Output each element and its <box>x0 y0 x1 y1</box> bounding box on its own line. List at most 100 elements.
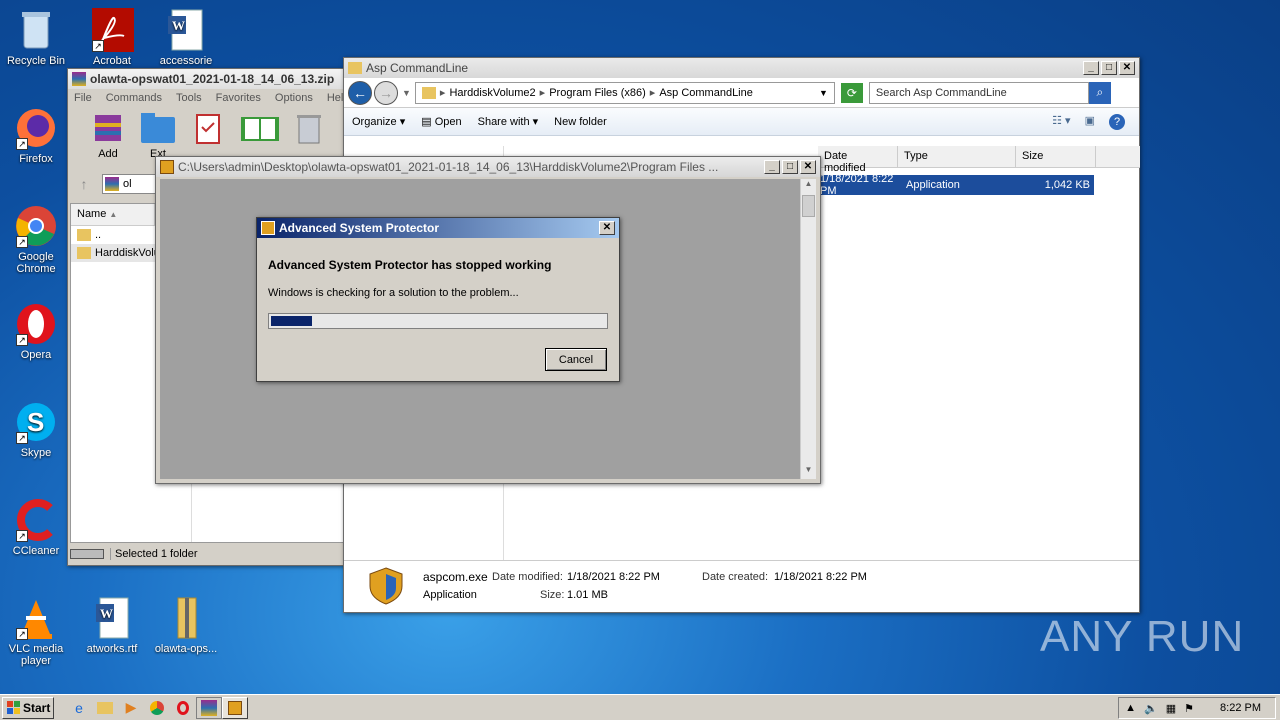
ie-icon[interactable]: e <box>66 697 92 719</box>
vlc-icon: ↗ <box>14 596 58 640</box>
word-document-icon: W <box>164 8 208 52</box>
address-bar[interactable]: ▸ HarddiskVolume2 ▸ Program Files (x86) … <box>414 81 835 104</box>
close-button[interactable]: ✕ <box>1119 61 1135 75</box>
taskbar: Start e ▶ ▲ 🔈 ▦ ⚑ 8:22 PM <box>0 694 1280 720</box>
folder-icon <box>77 247 91 259</box>
close-button[interactable]: ✕ <box>599 221 615 235</box>
up-arrow-icon[interactable]: ↑ <box>72 176 96 192</box>
desktop-icon-label: olawta-ops... <box>154 643 218 655</box>
winrar-titlebar[interactable]: olawta-opswat01_2021-01-18_14_06_13.zip <box>68 69 356 89</box>
col-size[interactable]: Size <box>1016 146 1096 167</box>
open-button[interactable]: ▤ Open <box>421 115 461 128</box>
desktop-icon-label: CCleaner <box>12 545 60 557</box>
desktop-icon-recycle-bin[interactable]: Recycle Bin <box>0 8 72 67</box>
back-button[interactable]: ← <box>348 80 372 105</box>
preview-pane-icon[interactable]: ▣ <box>1085 114 1095 130</box>
maximize-button[interactable]: □ <box>1101 61 1117 75</box>
desktop-icon-ccleaner[interactable]: ↗ CCleaner <box>0 498 72 557</box>
status-text: Selected 1 folder <box>110 548 198 560</box>
chevron-down-icon[interactable]: ▼ <box>819 88 828 98</box>
maximize-button[interactable]: □ <box>782 160 798 174</box>
help-icon[interactable]: ? <box>1109 113 1125 130</box>
chevron-down-icon[interactable]: ▼ <box>402 88 411 98</box>
explorer-titlebar[interactable]: Asp CommandLine _ □ ✕ <box>344 58 1139 78</box>
minimize-button[interactable]: _ <box>764 160 780 174</box>
search-input[interactable]: Search Asp CommandLine <box>868 81 1089 104</box>
scroll-up-icon[interactable]: ▲ <box>801 179 816 193</box>
desktop-icon-label: VLC media player <box>8 643 64 667</box>
desktop-icon-label: Firefox <box>19 153 53 165</box>
explorer-column-header: Date modified Type Size <box>818 146 1140 174</box>
network-icon[interactable]: ▦ <box>1166 702 1176 715</box>
add-button[interactable]: Add <box>88 111 128 171</box>
opera-icon[interactable] <box>170 697 196 719</box>
share-with-button[interactable]: Share with ▾ <box>478 115 539 128</box>
breadcrumb-item[interactable]: Program Files (x86) <box>549 87 646 99</box>
desktop-icon-acrobat[interactable]: ↗ Acrobat <box>76 8 148 67</box>
console-title: C:\Users\admin\Desktop\olawta-opswat01_2… <box>178 160 719 174</box>
dialog-title: Advanced System Protector <box>279 221 440 235</box>
menu-file[interactable]: File <box>74 92 92 104</box>
new-folder-button[interactable]: New folder <box>554 116 607 128</box>
desktop-icon-opera[interactable]: ↗ Opera <box>0 302 72 361</box>
chrome-icon[interactable] <box>144 697 170 719</box>
app-taskbar-icon[interactable] <box>222 696 248 719</box>
chevron-up-icon[interactable]: ▲ <box>1125 702 1136 714</box>
col-name[interactable]: Name ▲ <box>71 204 155 225</box>
breadcrumb-item[interactable]: HarddiskVolume2 <box>449 87 535 99</box>
menu-options[interactable]: Options <box>275 92 313 104</box>
error-dialog[interactable]: Advanced System Protector ✕ Advanced Sys… <box>256 217 620 382</box>
folder-icon <box>421 86 436 99</box>
desktop-icon-label: Google Chrome <box>16 251 56 275</box>
file-row-selected[interactable]: 1/18/2021 8:22 PM Application 1,042 KB <box>818 173 1094 197</box>
explorer-navbar: ← → ▼ ▸ HarddiskVolume2 ▸ Program Files … <box>344 78 1139 108</box>
progress-fill <box>271 316 312 326</box>
shortcut-arrow-icon: ↗ <box>16 530 28 542</box>
svg-text:W: W <box>100 606 113 621</box>
explorer-icon[interactable] <box>92 697 118 719</box>
breadcrumb-item[interactable]: Asp CommandLine <box>659 87 753 99</box>
console-titlebar[interactable]: C:\Users\admin\Desktop\olawta-opswat01_2… <box>156 157 820 177</box>
organize-button[interactable]: Organize ▾ <box>352 115 405 128</box>
scroll-down-icon[interactable]: ▼ <box>801 465 816 479</box>
folder-icon <box>77 229 91 241</box>
desktop-icon-vlc[interactable]: ↗ VLC media player <box>0 596 72 667</box>
dialog-heading: Advanced System Protector has stopped wo… <box>268 258 552 272</box>
clipboard-check-icon <box>196 114 220 144</box>
volume-icon[interactable]: 🔈 <box>1144 702 1158 715</box>
desktop-icon-atworks[interactable]: W atworks.rtf <box>76 596 148 655</box>
clock[interactable]: 8:22 PM <box>1220 702 1261 714</box>
desktop-icon-firefox[interactable]: ↗ Firefox <box>0 106 72 165</box>
minimize-button[interactable]: _ <box>1083 61 1099 75</box>
winrar-taskbar-icon[interactable] <box>196 696 222 719</box>
winrar-add-icon <box>95 115 121 141</box>
desktop-icon-label: Recycle Bin <box>6 55 66 67</box>
col-date-modified[interactable]: Date modified <box>818 146 898 174</box>
dialog-titlebar[interactable]: Advanced System Protector ✕ <box>257 218 619 238</box>
cancel-button[interactable]: Cancel <box>545 348 607 371</box>
desktop-icon-skype[interactable]: S ↗ Skype <box>0 400 72 459</box>
scroll-thumb[interactable] <box>802 195 815 217</box>
desktop-icon-google-chrome[interactable]: ↗ Google Chrome <box>0 204 72 275</box>
views-icon[interactable]: ☷ ▾ <box>1052 114 1070 130</box>
desktop-icon-label: Opera <box>20 349 52 361</box>
refresh-button[interactable]: ⟳ <box>840 82 863 103</box>
desktop-icon-accessorie[interactable]: W accessorie <box>150 8 222 67</box>
desktop-icon-label: Acrobat <box>93 55 131 67</box>
desktop-icon-olawta-folder[interactable]: olawta-ops... <box>150 596 222 655</box>
console-scrollbar[interactable]: ▲ ▼ <box>800 179 816 479</box>
menu-favorites[interactable]: Favorites <box>216 92 261 104</box>
menu-tools[interactable]: Tools <box>176 92 202 104</box>
menu-commands[interactable]: Commands <box>106 92 162 104</box>
col-type[interactable]: Type <box>898 146 1016 167</box>
media-player-icon[interactable]: ▶ <box>118 697 144 719</box>
close-button[interactable]: ✕ <box>800 160 816 174</box>
svg-text:W: W <box>172 18 185 33</box>
explorer-command-bar: Organize ▾ ▤ Open Share with ▾ New folde… <box>344 108 1139 136</box>
forward-button[interactable]: → <box>374 80 398 105</box>
book-icon <box>241 117 279 141</box>
shield-app-icon <box>261 221 275 235</box>
flag-icon[interactable]: ⚑ <box>1184 702 1194 715</box>
search-icon[interactable]: ⌕ <box>1088 81 1111 104</box>
start-button[interactable]: Start <box>2 696 54 719</box>
